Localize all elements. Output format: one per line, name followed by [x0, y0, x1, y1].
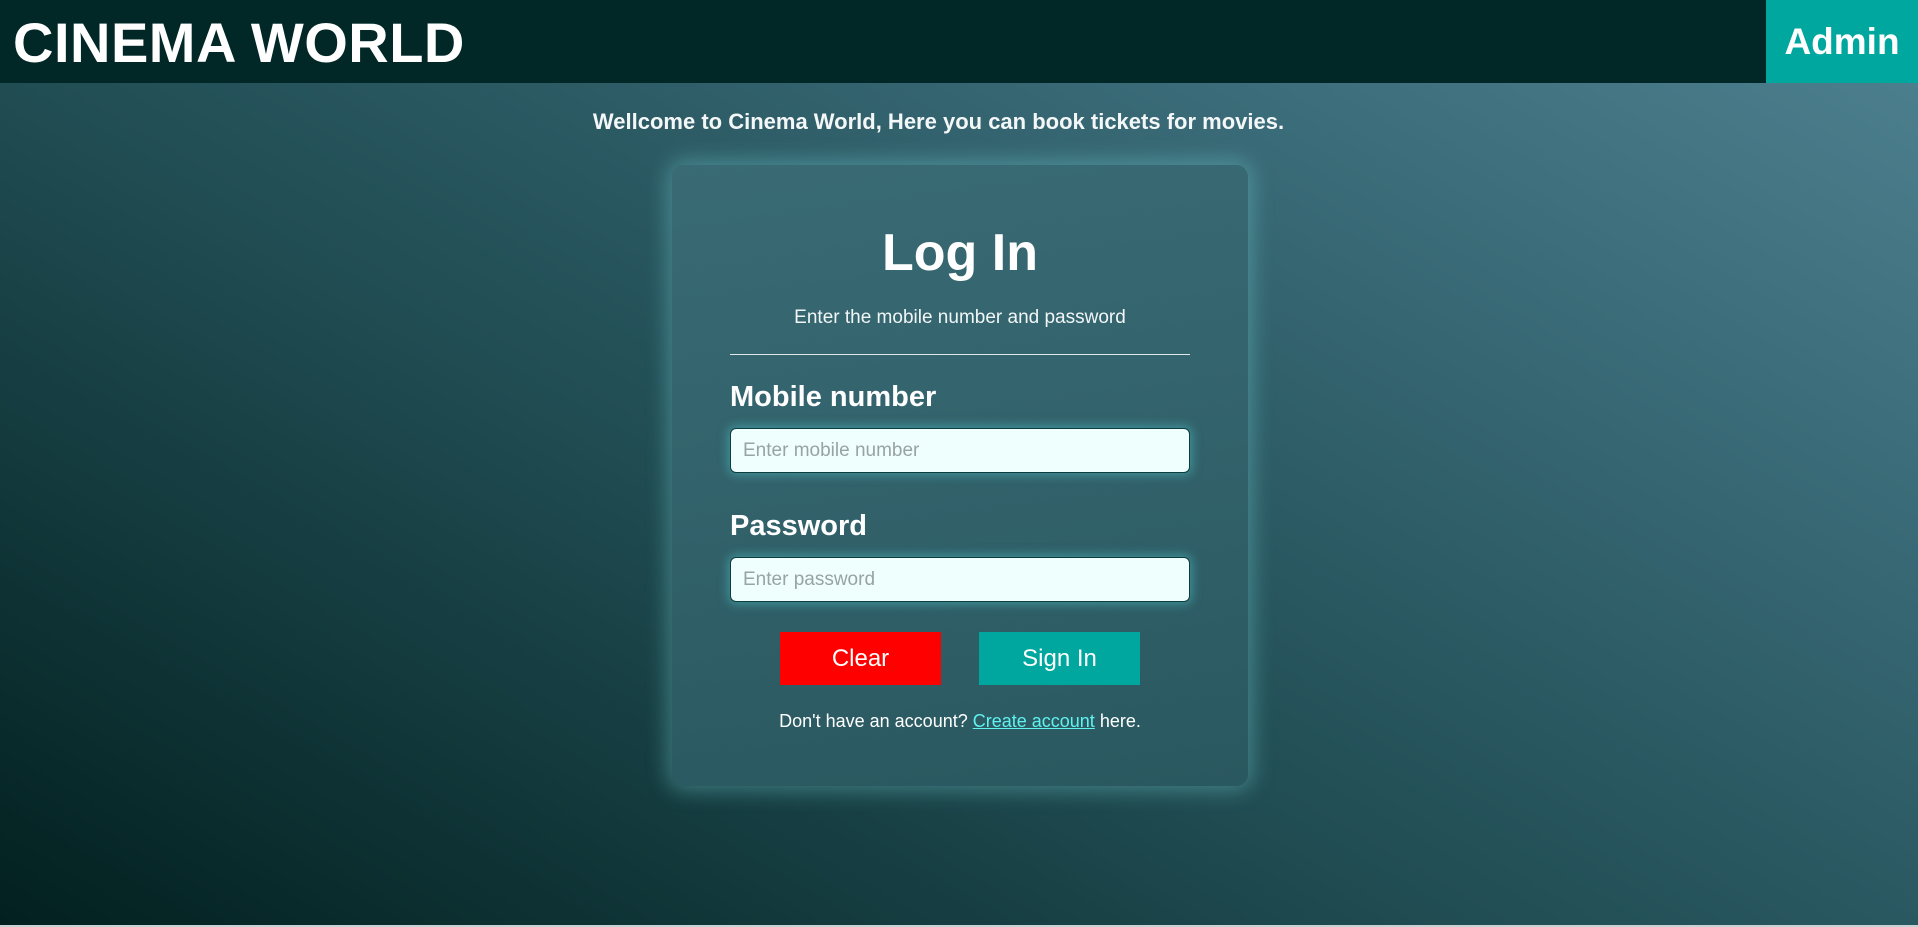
welcome-message: Wellcome to Cinema World, Here you can b…: [592, 109, 1285, 134]
clear-button[interactable]: Clear: [780, 632, 941, 685]
create-account-link[interactable]: Create account: [973, 711, 1095, 731]
password-label: Password: [730, 510, 867, 542]
mobile-number-label: Mobile number: [730, 381, 937, 413]
admin-button[interactable]: Admin: [1766, 0, 1918, 83]
login-subtitle: Enter the mobile number and password: [794, 307, 1126, 328]
create-account-note: Don't have an account? Create account he…: [672, 711, 1248, 732]
top-navbar: CINEMA WORLD Admin: [0, 0, 1918, 83]
footer-prefix-text: Don't have an account?: [779, 711, 973, 731]
brand-title: CINEMA WORLD: [13, 11, 465, 74]
password-input[interactable]: [730, 557, 1190, 602]
footer-suffix-text: here.: [1094, 711, 1141, 731]
login-card: Log In Enter the mobile number and passw…: [672, 165, 1248, 786]
sign-in-button[interactable]: Sign In: [979, 632, 1140, 685]
mobile-number-input[interactable]: [730, 428, 1190, 473]
login-title: Log In: [882, 224, 1038, 282]
divider: [730, 354, 1190, 355]
